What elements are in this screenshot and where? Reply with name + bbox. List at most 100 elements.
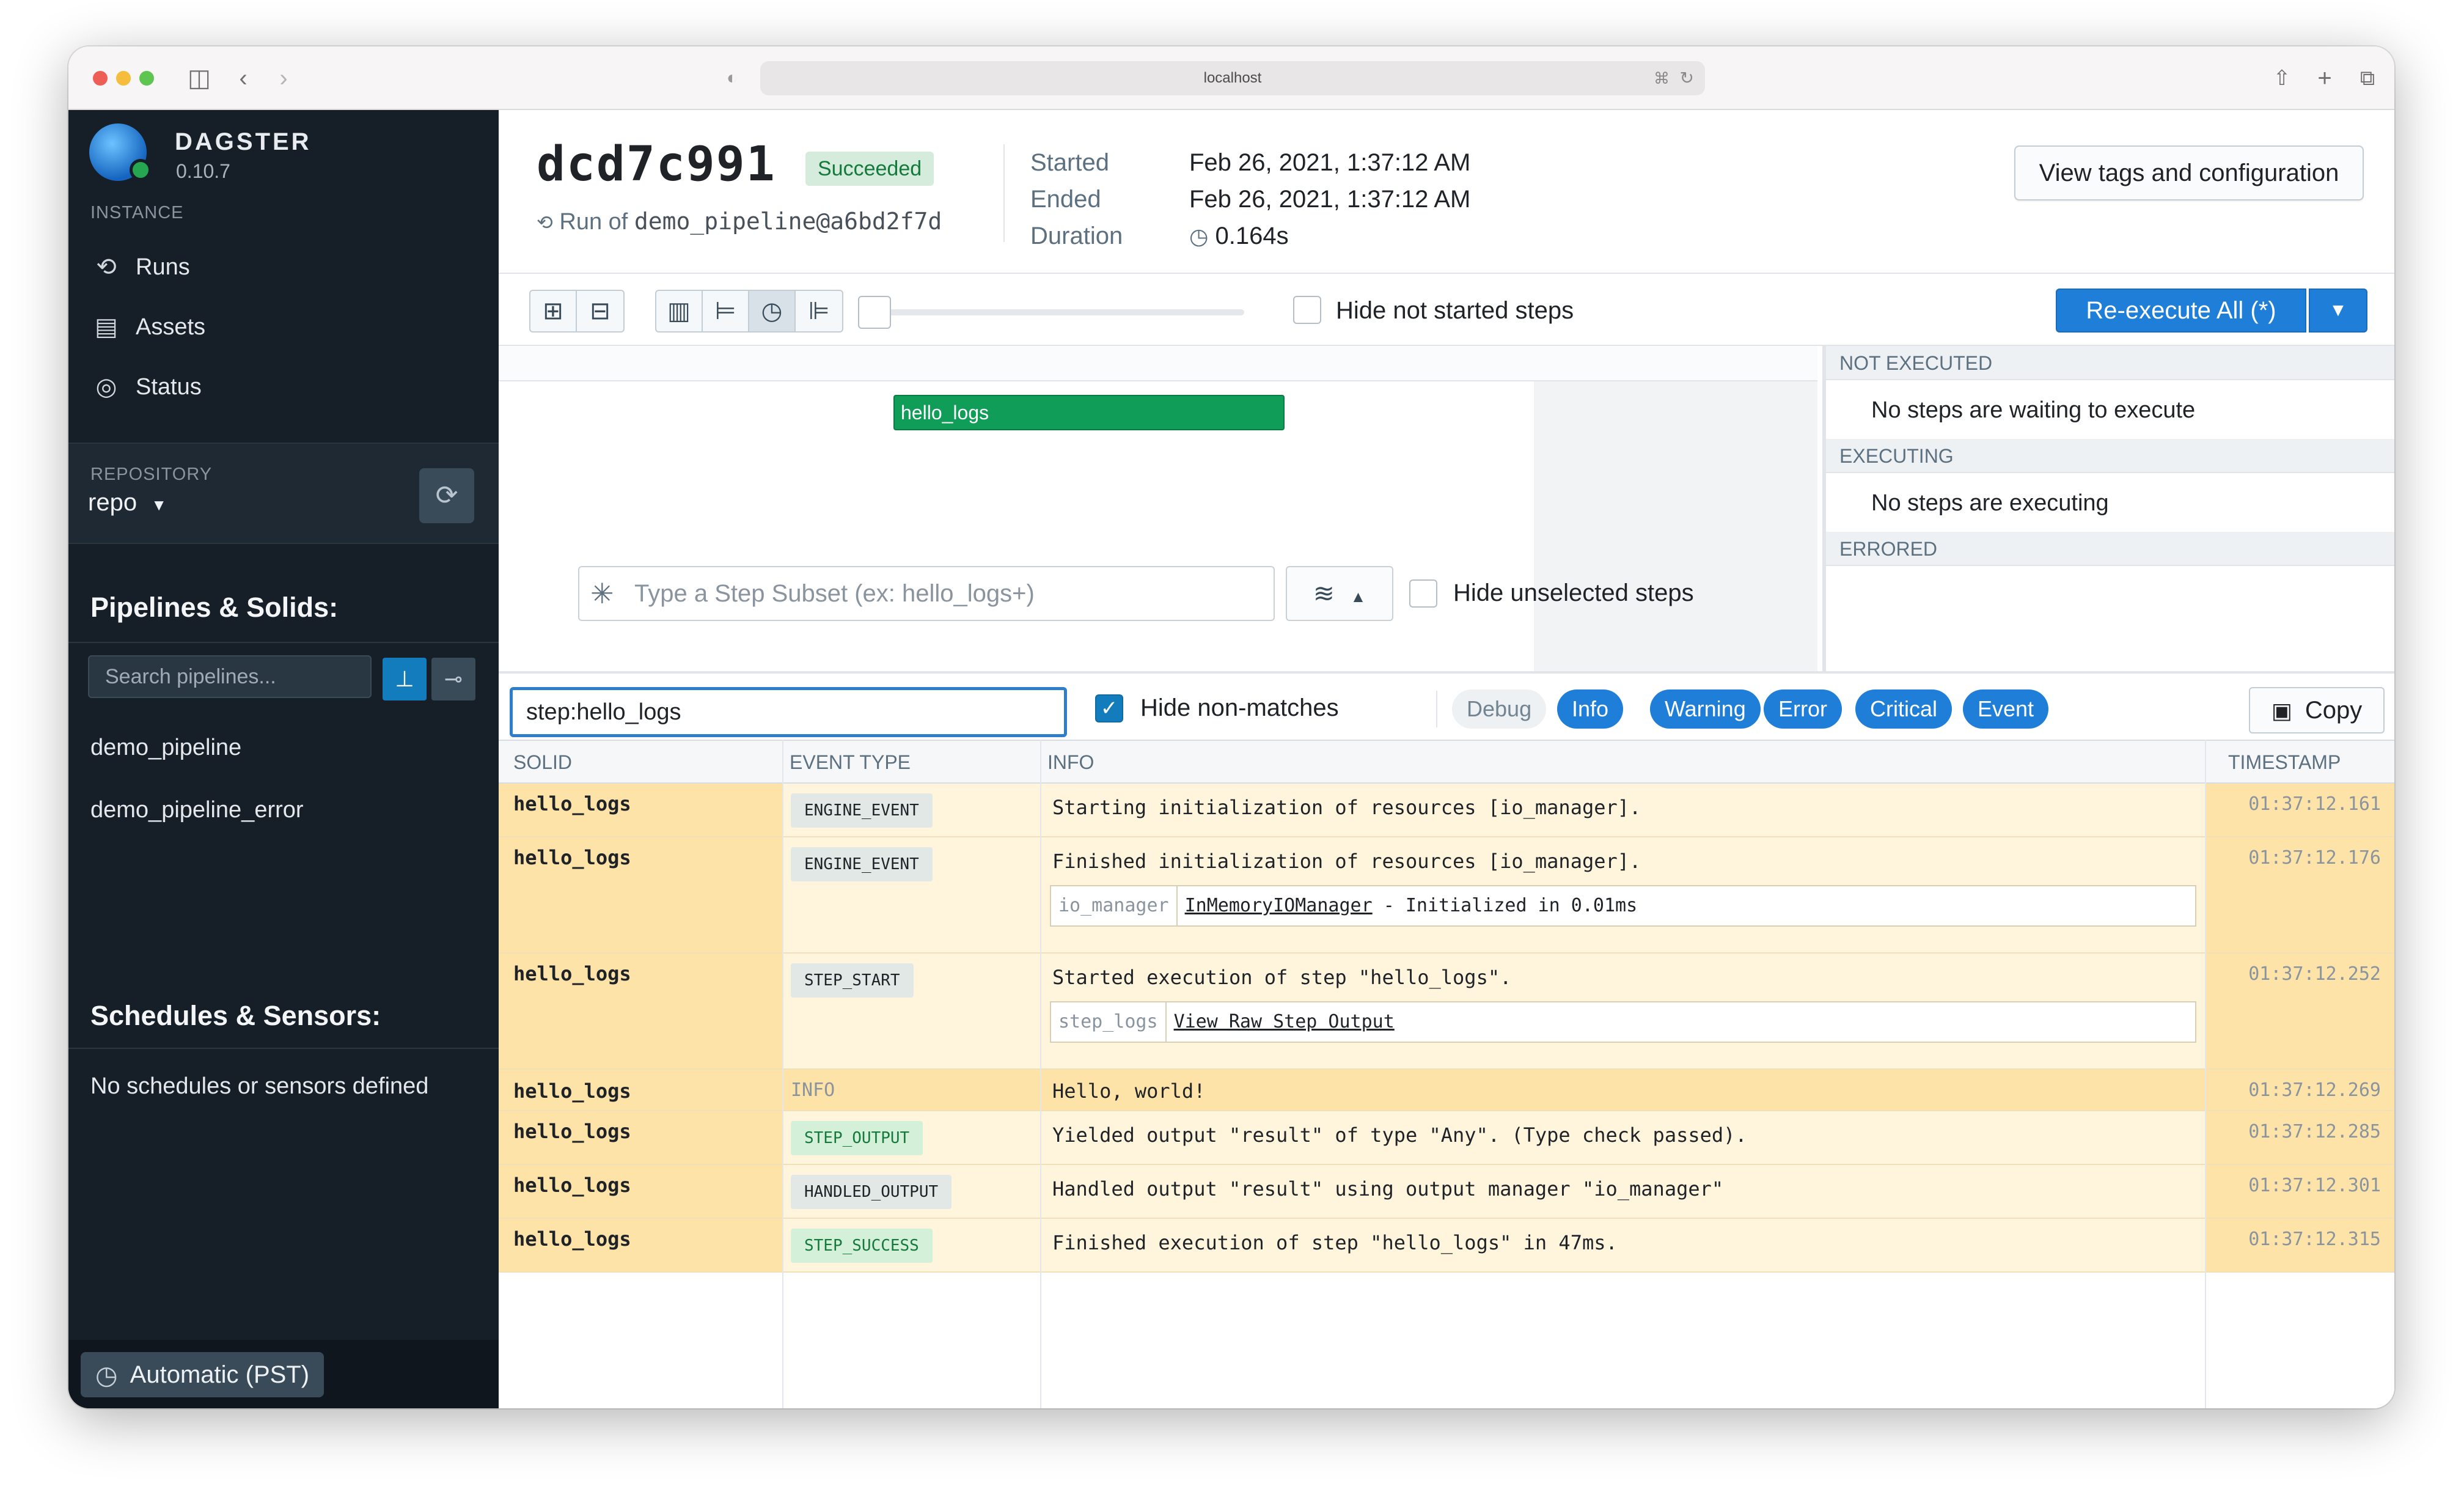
duration-text: 0.164s (1215, 222, 1289, 249)
sidebar-item-runs[interactable]: ⟲ Runs (90, 246, 189, 289)
metadata-value: InMemoryIOManager - Initialized in 0.01m… (1178, 886, 1645, 925)
hide-unselected-checkbox[interactable] (1409, 579, 1437, 608)
log-info: Hello, world! (1041, 1070, 2205, 1110)
table-icon: ▤ (95, 314, 118, 340)
refresh-icon: ⟳ (435, 480, 458, 510)
level-filter-error[interactable]: Error (1764, 689, 1842, 729)
solids-view-button[interactable]: ⊸ (431, 658, 475, 700)
pipeline-search-input[interactable]: Search pipelines... (88, 655, 372, 698)
layers-icon: ≋ (1313, 579, 1335, 608)
column-header-info: INFO (1047, 751, 1094, 773)
gantt-step-bar[interactable]: hello_logs (893, 395, 1285, 430)
ended-label: Ended (1030, 186, 1101, 213)
gantt-chart: hello_logs ✳ Type a Step Subset (ex: hel… (499, 346, 1817, 671)
level-filter-info[interactable]: Info (1557, 689, 1624, 729)
level-filter-critical[interactable]: Critical (1855, 689, 1953, 729)
caret-down-icon: ▼ (151, 496, 167, 514)
minimize-window-button[interactable] (116, 71, 131, 86)
level-filter-warning[interactable]: Warning (1650, 689, 1761, 729)
divider (1003, 144, 1005, 242)
not-executed-message: No steps are waiting to execute (1871, 397, 2196, 423)
caret-down-icon: ▼ (2329, 300, 2347, 320)
status-icon: ◎ (95, 373, 117, 400)
divider (68, 642, 499, 643)
log-filter-input[interactable]: step:hello_logs (510, 687, 1067, 737)
repository-select[interactable]: repo ▼ (88, 489, 167, 517)
started-label: Started (1030, 149, 1109, 176)
log-solid: hello_logs (499, 1111, 782, 1164)
hide-non-matches-label: Hide non-matches (1140, 694, 1339, 721)
zoom-slider-track[interactable] (865, 309, 1244, 315)
log-info: Yielded output "result" of type "Any". (… (1041, 1111, 2205, 1164)
level-filter-debug[interactable]: Debug (1452, 689, 1547, 729)
clock-icon: ◷ (95, 1360, 118, 1389)
metadata-link[interactable]: InMemoryIOManager (1185, 895, 1373, 916)
executing-message: No steps are executing (1871, 490, 2109, 516)
level-filter-event[interactable]: Event (1963, 689, 2049, 729)
hide-non-matches-checkbox[interactable]: ✓ (1095, 694, 1123, 722)
tabs-overview-icon[interactable]: ⧉ (2353, 64, 2382, 93)
expand-all-button[interactable]: ⊞ (530, 291, 577, 331)
back-icon[interactable]: ‹ (229, 64, 258, 93)
timezone-picker[interactable]: ◷ Automatic (PST) (81, 1352, 324, 1397)
hide-not-started-label: Hide not started steps (1336, 297, 1574, 324)
sidebar-item-status[interactable]: ◎ Status (90, 366, 202, 408)
view-raw-output-link[interactable]: View Raw Step Output (1174, 1011, 1395, 1032)
sidebar-toggle-icon[interactable]: ◫ (185, 64, 214, 93)
log-timestamp: 01:37:12.252 (2206, 954, 2394, 1068)
column-header-event-type: EVENT TYPE (790, 751, 911, 773)
log-filter-bar: step:hello_logs ✓ Hide non-matches Debug… (499, 671, 2394, 768)
sidebar-item-assets[interactable]: ▤ Assets (90, 306, 205, 348)
repository-name: repo (88, 489, 138, 516)
browser-titlebar: ◫ ‹ › ◐ localhost ⌘ ↻ ⇧ + ⧉ (68, 46, 2394, 110)
zoom-window-button[interactable] (139, 71, 154, 86)
not-executed-header: NOT EXECUTED (1826, 346, 2394, 380)
translate-icon[interactable]: ⌘ (1654, 61, 1670, 95)
reload-icon[interactable]: ↻ (1680, 61, 1694, 95)
column-header-timestamp: TIMESTAMP (2228, 751, 2341, 773)
gantt-time-header (499, 346, 1817, 381)
waterfall-view-button[interactable]: ⊨ (703, 291, 749, 331)
pipelines-view-button[interactable]: ⊥ (383, 658, 427, 700)
errored-header: ERRORED (1826, 532, 2394, 566)
event-type-tag: STEP_SUCCESS (791, 1229, 933, 1263)
view-tags-button[interactable]: View tags and configuration (2014, 145, 2364, 200)
column-divider (2205, 740, 2206, 1408)
sidebar-item-label: Status (136, 373, 202, 400)
step-subset-input[interactable]: ✳ Type a Step Subset (ex: hello_logs+) (578, 566, 1275, 621)
close-window-button[interactable] (93, 71, 108, 86)
timeline-view-button[interactable]: ◷ (749, 291, 796, 331)
reexecute-all-button[interactable]: Re-execute All (*) (2056, 289, 2306, 333)
copy-url-button[interactable]: ▣ Copy URL (2249, 687, 2385, 768)
step-subset-menu-button[interactable]: ≋ ▲ (1286, 566, 1393, 621)
divider (1436, 691, 1437, 727)
gantt-view-button[interactable]: ⊫ (796, 291, 842, 331)
commit-icon: ⊸ (444, 666, 463, 691)
address-bar[interactable]: localhost ⌘ ↻ (760, 61, 1705, 95)
zoom-slider-handle[interactable] (858, 296, 891, 329)
reload-repository-button[interactable]: ⟳ (419, 468, 474, 523)
timezone-label: Automatic (PST) (130, 1361, 310, 1388)
browser-window: ◫ ‹ › ◐ localhost ⌘ ↻ ⇧ + ⧉ DAGSTER 0.10… (68, 46, 2394, 1408)
asterisk-icon: ✳ (590, 578, 614, 609)
log-info: Started execution of step "hello_logs". … (1041, 954, 2205, 1068)
gantt-future-region (1534, 381, 1817, 671)
executing-header: EXECUTING (1826, 439, 2394, 473)
split-view-button[interactable]: ▥ (656, 291, 703, 331)
expand-collapse-group: ⊞ ⊟ (529, 290, 625, 333)
log-timestamp: 01:37:12.161 (2206, 784, 2394, 836)
event-type-tag: ENGINE_EVENT (791, 793, 933, 828)
collapse-all-button[interactable]: ⊟ (577, 291, 623, 331)
pipeline-item-demo-pipeline-error[interactable]: demo_pipeline_error (90, 797, 304, 823)
log-event-type: STEP_SUCCESS (783, 1219, 1040, 1271)
reexecute-options-button[interactable]: ▼ (2309, 289, 2367, 333)
share-icon[interactable]: ⇧ (2267, 64, 2297, 93)
new-tab-icon[interactable]: + (2310, 64, 2339, 93)
forward-icon[interactable]: › (269, 64, 298, 93)
pipeline-item-demo-pipeline[interactable]: demo_pipeline (90, 735, 241, 761)
url-text: localhost (1203, 70, 1262, 86)
run-toolbar: ⊞ ⊟ ▥ ⊨ ◷ ⊫ Hide not started steps Re-ex… (499, 273, 2394, 346)
log-metadata-table: step_logs View Raw Step Output (1050, 1001, 2196, 1043)
pipeline-link[interactable]: demo_pipeline@a6bd2f7d (634, 208, 942, 235)
hide-not-started-checkbox[interactable] (1293, 296, 1321, 324)
